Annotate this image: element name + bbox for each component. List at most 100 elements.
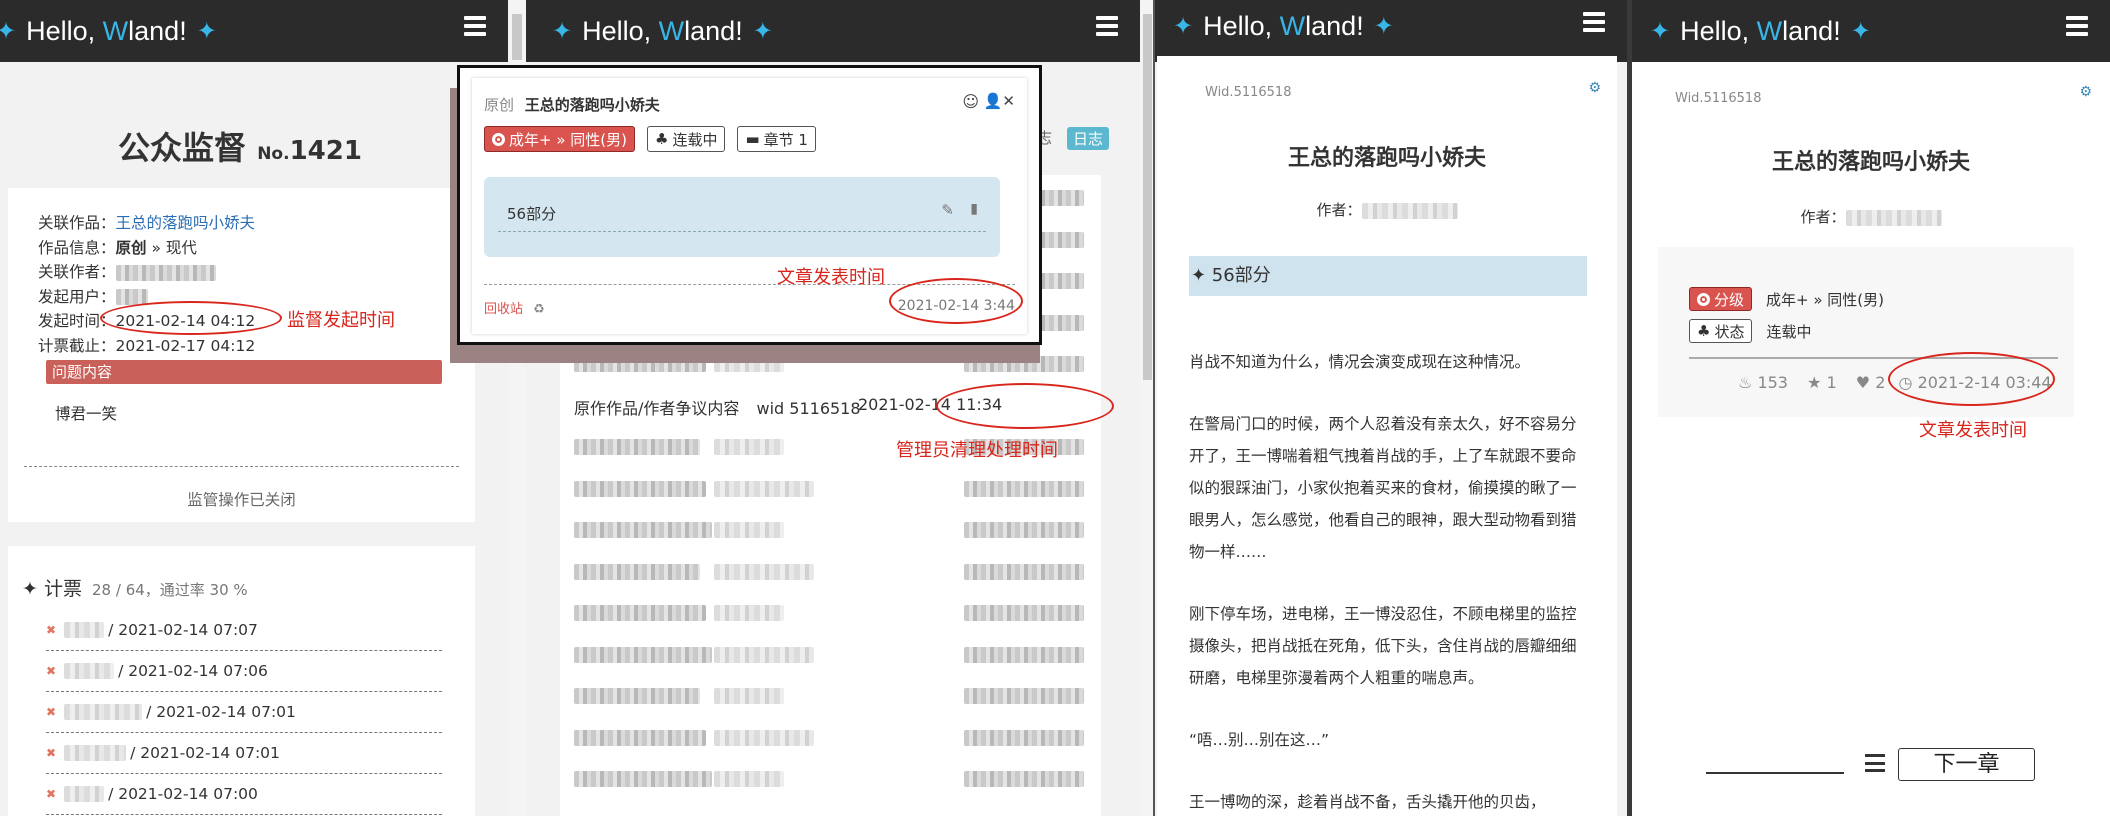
- vote-heading: ✦ 计票 28 / 64，通过率 30 %: [22, 574, 248, 601]
- blurred-voter: [64, 704, 143, 720]
- work-origin: 原创: [115, 238, 147, 257]
- blurred-cell: [964, 480, 1084, 497]
- settings-icon[interactable]: ⚙: [1588, 80, 1601, 96]
- brand-rest: land!: [684, 15, 743, 46]
- closed-status: 监管操作已关闭: [187, 491, 296, 509]
- annotation-start-time: 监督发起时间: [287, 310, 395, 331]
- settings-icon[interactable]: ⚙: [2079, 84, 2092, 100]
- log-row[interactable]: [574, 646, 1087, 664]
- author-label: 作者：: [1800, 208, 1846, 226]
- log-row[interactable]: [574, 687, 1087, 705]
- sparkle-icon: ✦: [1850, 17, 1871, 45]
- page-title-text: 公众监督: [118, 129, 247, 167]
- menu-icon[interactable]: [1583, 12, 1605, 32]
- vote-row: ✖ / 2021-02-14 07:01: [46, 733, 442, 774]
- issue-label: 问题内容: [46, 360, 442, 384]
- annotation-ellipse: [100, 301, 282, 335]
- views-icon: ♨: [1738, 373, 1753, 392]
- brand-rest: land!: [1305, 10, 1364, 41]
- info-label: 关联作者：: [38, 263, 116, 281]
- related-work-link[interactable]: 王总的落跑吗小娇夫: [116, 214, 256, 232]
- chapter-name: 56部分: [507, 205, 557, 223]
- log-row-highlight[interactable]: 原作作品/作者争议内容 wid 5116518: [574, 395, 861, 419]
- paragraph: 肖战不知道为什么，情况会演变成现在这种情况。: [1189, 353, 1531, 371]
- annotation-publish-time: 文章发表时间: [777, 267, 885, 288]
- top-navbar: ✦ Hello, Wland! ✦: [526, 0, 1140, 62]
- work-title: 王总的落跑吗小娇夫: [1771, 150, 1970, 175]
- brand-logo[interactable]: ✦ Hello, Wland! ✦: [0, 16, 217, 47]
- blurred-voter: [64, 622, 105, 638]
- menu-icon[interactable]: [464, 16, 486, 36]
- popup-type: 原创: [484, 96, 515, 114]
- reject-icon: ✖: [46, 623, 57, 637]
- blurred-cell: [714, 646, 814, 663]
- brand-hello: Hello,: [582, 15, 652, 46]
- blurred-cell: [714, 688, 784, 704]
- vote-row: ✖ / 2021-02-14 07:06: [46, 651, 442, 692]
- popup-tags: 成年+ » 同性(男) ♣ 连载中 ▬ 章节 1: [484, 126, 816, 152]
- scrollbar-thumb[interactable]: [512, 14, 522, 60]
- chapter-box[interactable]: 56部分 ✎ ▮: [484, 177, 1000, 257]
- remove-user-icon[interactable]: 👤✕: [984, 92, 1015, 110]
- paragraph: “唔…别…别在这…”: [1189, 731, 1330, 749]
- status-row: ♣ 状态 连载中: [1689, 319, 1811, 343]
- status-label-text: 状态: [1714, 322, 1745, 341]
- status-tag[interactable]: ♣ 连载中: [647, 126, 726, 152]
- menu-icon[interactable]: [1096, 16, 1118, 36]
- blurred-cell: [964, 522, 1084, 538]
- list-icon[interactable]: [1865, 754, 1885, 772]
- scrollbar-thumb[interactable]: [1143, 14, 1152, 380]
- tree-icon: ♣: [1697, 322, 1711, 340]
- blurred-author: [1361, 202, 1458, 219]
- annotation-admin-time: 管理员清理处理时间: [896, 440, 1058, 461]
- chapter-tag[interactable]: ▬ 章节 1: [737, 126, 816, 152]
- rating-value: 成年+ » 同性(男): [1766, 290, 1885, 309]
- brand-rest: land!: [128, 15, 187, 46]
- log-row[interactable]: [574, 563, 1087, 581]
- smile-icon[interactable]: ☺: [962, 92, 979, 111]
- supervision-panel: ✦ Hello, Wland! ✦ 公众监督 No.1421 关联作品：王总的落…: [0, 0, 508, 816]
- blurred-cell: [574, 563, 700, 580]
- stat-stars: 1: [1826, 373, 1837, 392]
- log-row[interactable]: [574, 604, 1087, 622]
- sparkle-icon: ✦: [196, 17, 217, 45]
- deadline-time: 2021-02-17 04:12: [115, 336, 256, 355]
- brand-logo[interactable]: ✦ Hello, Wland! ✦: [1650, 16, 1871, 47]
- brand-hello: Hello,: [1680, 15, 1750, 46]
- edit-icon[interactable]: ✎: [941, 201, 954, 219]
- blurred-cell: [714, 605, 784, 621]
- vote-row: ✖ / 2021-02-14 07:00: [46, 774, 442, 815]
- paragraph: 王一博吻的深，趁着肖战不备，舌头撬开他的贝齿，: [1189, 793, 1546, 811]
- log-row[interactable]: [574, 729, 1087, 747]
- top-navbar: ✦ Hello, Wland! ✦: [1632, 0, 2110, 62]
- next-chapter-button[interactable]: 下一章: [1898, 748, 2035, 781]
- chapter-reader: Wid.5116518 ⚙ 王总的落跑吗小娇夫 作者： ✦ 56部分 肖战不知道…: [1157, 56, 1617, 816]
- brand-logo[interactable]: ✦ Hello, Wland! ✦: [1173, 11, 1394, 42]
- brand-logo[interactable]: ✦ Hello, Wland! ✦: [552, 16, 773, 47]
- log-chip[interactable]: 日志: [1067, 127, 1110, 150]
- blurred-voter: [64, 745, 127, 761]
- blurred-cell: [964, 771, 1084, 787]
- vote-time: / 2021-02-14 07:07: [108, 621, 258, 639]
- info-label: 计票截止：: [38, 336, 116, 355]
- brand-hello: Hello,: [1203, 10, 1273, 41]
- log-row[interactable]: [574, 480, 1087, 498]
- log-row[interactable]: [574, 770, 1087, 788]
- annotation-publish-time: 文章发表时间: [1919, 420, 2027, 441]
- pie-icon: [1697, 292, 1710, 306]
- rating-tag[interactable]: 成年+ » 同性(男): [484, 126, 635, 152]
- brand-w: W: [1279, 10, 1306, 41]
- chapter-body: 肖战不知道为什么，情况会演变成现在这种情况。 在警局门口的时候，两个人忍着没有亲…: [1189, 346, 1589, 816]
- sparkle-icon: ✦: [752, 17, 773, 45]
- footer-line: [1706, 772, 1844, 774]
- brand-rest: land!: [1782, 15, 1841, 46]
- menu-icon[interactable]: [2066, 16, 2088, 36]
- brand-hello: Hello,: [26, 15, 96, 46]
- log-row[interactable]: [574, 521, 1087, 539]
- recycle-link[interactable]: 回收站 ♻: [484, 298, 545, 317]
- status-tag-text: 连载中: [672, 130, 718, 149]
- trash-icon[interactable]: ▮: [970, 201, 978, 217]
- blurred-cell: [714, 563, 814, 580]
- supervision-number: 1421: [289, 136, 362, 166]
- blurred-cell: [574, 605, 706, 621]
